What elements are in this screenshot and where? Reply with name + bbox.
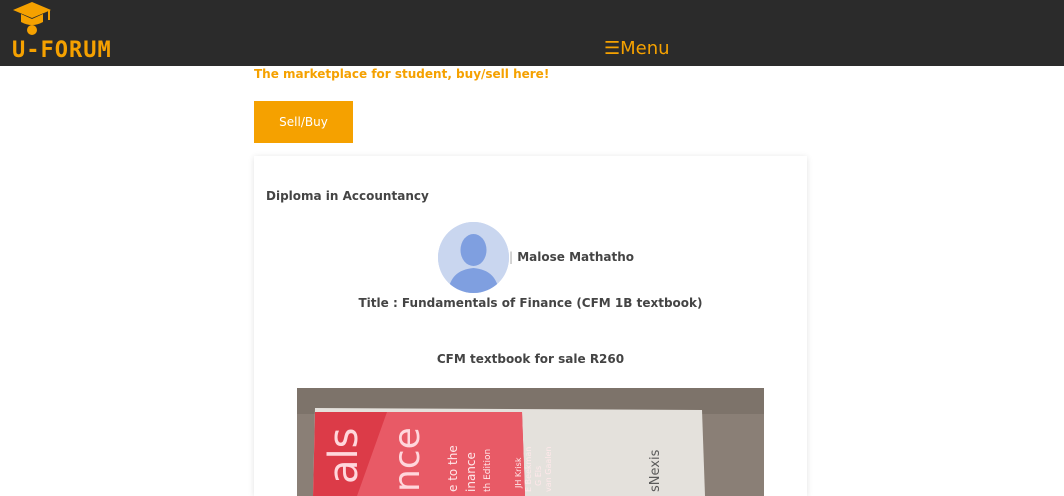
avatar (438, 222, 509, 293)
svg-text:als: als (321, 428, 367, 484)
svg-text:sNexis: sNexis (648, 449, 663, 492)
author-separator: | (509, 250, 514, 264)
svg-text:e to the: e to the (446, 445, 460, 492)
graduation-cap-icon (13, 2, 51, 35)
textbook-photo: als nce e to the inance th Edition JH Kr… (297, 388, 764, 496)
svg-text:E Beekman: E Beekman (524, 447, 533, 492)
user-silhouette-icon (438, 222, 509, 293)
post-category: Diploma in Accountancy (266, 189, 429, 203)
menu-button[interactable]: ☰Menu (604, 38, 670, 59)
svg-text:nce: nce (387, 427, 428, 492)
svg-text:G Els: G Els (534, 466, 543, 486)
post-description: CFM textbook for sale R260 (436, 352, 625, 366)
post-author: | Malose Mathatho (509, 250, 634, 264)
logo-text: U-FORUM (12, 38, 112, 63)
post-title: Title : Fundamentals of Finance (CFM 1B … (358, 296, 703, 310)
sell-buy-button[interactable]: Sell/Buy (254, 101, 353, 143)
listing-card: Diploma in Accountancy | Malose Mathatho… (254, 156, 807, 496)
marketplace-tagline: The marketplace for student, buy/sell he… (254, 67, 550, 81)
svg-text:inance: inance (464, 452, 478, 492)
svg-text:th Edition: th Edition (483, 449, 493, 492)
svg-text:JH Krisk: JH Krisk (514, 457, 523, 489)
author-name[interactable]: Malose Mathatho (517, 250, 634, 264)
top-navbar: U-FORUM ☰Menu (0, 0, 1064, 66)
svg-text:van Gaalen: van Gaalen (544, 447, 553, 492)
listing-photo[interactable]: als nce e to the inance th Edition JH Kr… (297, 388, 764, 496)
site-logo[interactable]: U-FORUM (8, 0, 138, 66)
